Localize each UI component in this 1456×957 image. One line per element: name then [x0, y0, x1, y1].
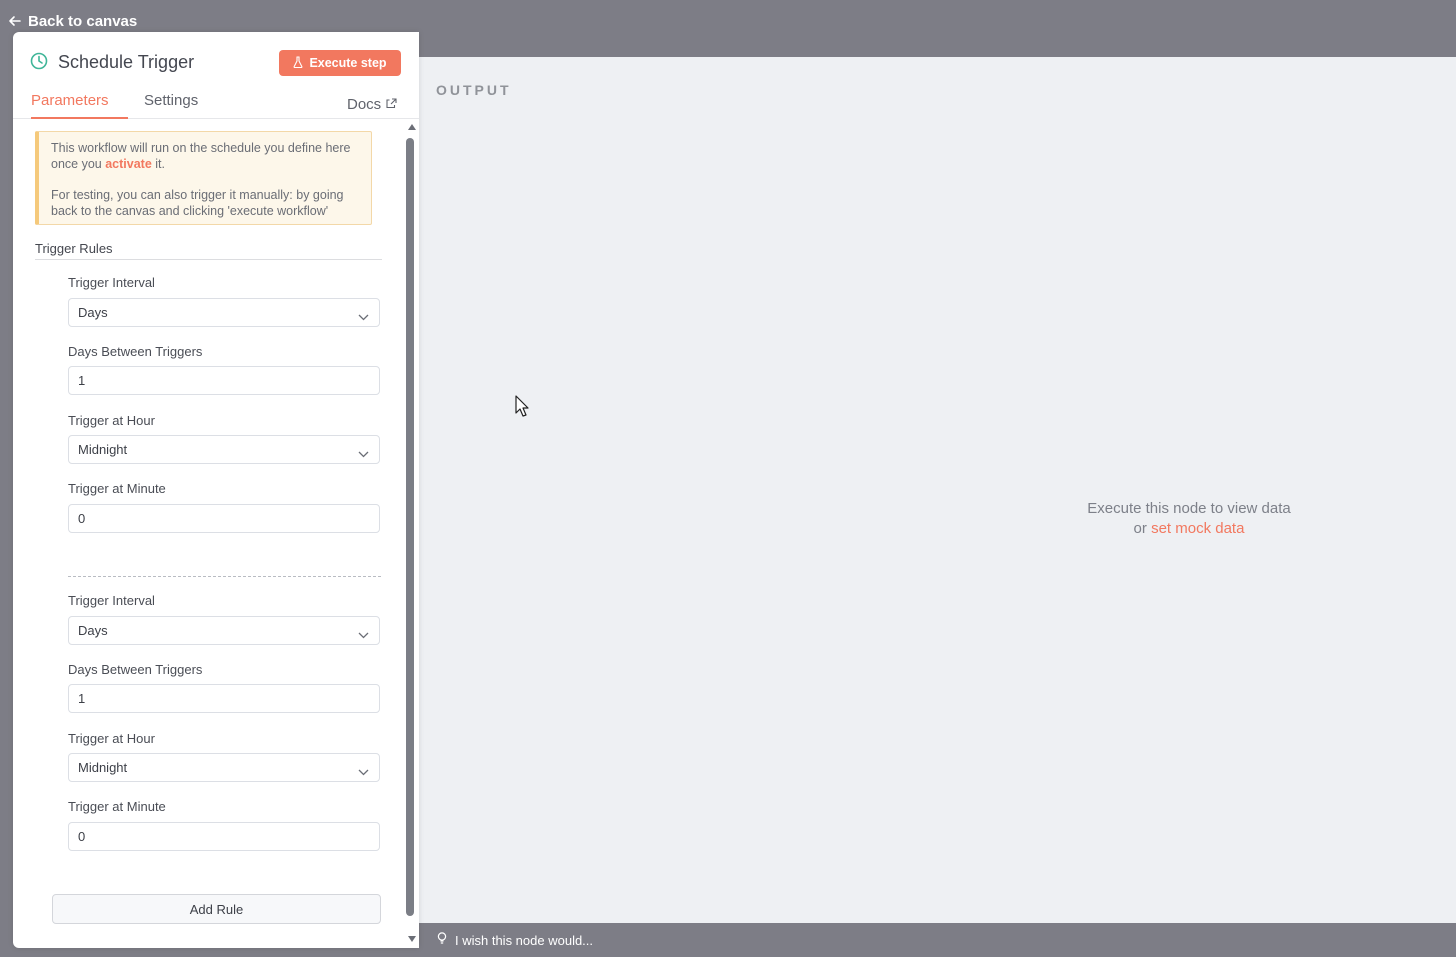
trigger-at-hour-select[interactable]: Midnight [68, 753, 380, 782]
output-panel: OUTPUT Execute this node to view data or… [419, 57, 1456, 923]
lightbulb-icon [437, 932, 447, 948]
days-between-triggers-label: Days Between Triggers [68, 344, 203, 359]
node-header: Schedule Trigger Execute step [13, 32, 419, 92]
external-link-icon [386, 96, 397, 113]
scrollbar-thumb[interactable] [406, 138, 414, 916]
notice-text-1-suffix: it. [151, 157, 165, 171]
notice-text-1: This workflow will run on the schedule y… [51, 141, 351, 171]
node-parameters-panel: Schedule Trigger Execute step Parameters… [13, 32, 419, 948]
trigger-at-hour-label: Trigger at Hour [68, 731, 155, 746]
back-to-canvas-link[interactable]: Back to canvas [8, 11, 137, 31]
feedback-label: I wish this node would... [455, 932, 594, 948]
tab-settings[interactable]: Settings [144, 92, 198, 117]
flask-icon [293, 55, 303, 71]
parameters-scroll-area: This workflow will run on the schedule y… [13, 120, 405, 948]
output-empty-or: or [1133, 520, 1152, 537]
mouse-pointer-icon [515, 395, 529, 422]
schedule-notice: This workflow will run on the schedule y… [35, 131, 372, 225]
trigger-at-hour-label: Trigger at Hour [68, 413, 155, 428]
add-rule-button[interactable]: Add Rule [52, 894, 381, 924]
notice-text-2: For testing, you can also trigger it man… [51, 188, 344, 218]
trigger-interval-value: Days [78, 623, 108, 638]
set-mock-data-link[interactable]: set mock data [1151, 520, 1244, 537]
chevron-down-icon [358, 764, 369, 779]
execute-step-button[interactable]: Execute step [279, 50, 401, 76]
feedback-bar: I wish this node would... [419, 923, 1456, 957]
chevron-down-icon [358, 446, 369, 461]
trigger-interval-select[interactable]: Days [68, 616, 380, 645]
days-between-triggers-input[interactable]: 1 [68, 366, 380, 395]
days-between-triggers-label: Days Between Triggers [68, 662, 203, 677]
arrow-left-icon [8, 14, 22, 28]
panel-scrollbar[interactable] [405, 120, 419, 948]
output-title: OUTPUT [436, 82, 512, 98]
trigger-at-hour-value: Midnight [78, 442, 128, 457]
trigger-at-minute-input[interactable]: 0 [68, 504, 380, 533]
trigger-at-minute-label: Trigger at Minute [68, 799, 166, 814]
activate-link[interactable]: activate [105, 157, 152, 171]
chevron-down-icon [358, 309, 369, 324]
trigger-at-hour-value: Midnight [78, 760, 128, 775]
back-to-canvas-label: Back to canvas [28, 12, 138, 30]
output-empty-state: Execute this node to view data or set mo… [1069, 499, 1309, 539]
execute-step-label: Execute step [309, 56, 387, 70]
chevron-down-icon [358, 627, 369, 642]
trigger-at-minute-label: Trigger at Minute [68, 481, 166, 496]
scroll-down-icon[interactable] [408, 936, 416, 942]
trigger-interval-label: Trigger Interval [68, 275, 155, 290]
output-empty-message: Execute this node to view data [1087, 500, 1291, 517]
feedback-link[interactable]: I wish this node would... [437, 932, 593, 948]
node-title: Schedule Trigger [58, 52, 195, 72]
days-between-triggers-input[interactable]: 1 [68, 684, 380, 713]
tab-bar: Parameters Settings Docs [13, 88, 419, 119]
trigger-at-hour-select[interactable]: Midnight [68, 435, 380, 464]
scroll-up-icon[interactable] [408, 124, 416, 130]
rule-divider [68, 576, 381, 577]
trigger-interval-select[interactable]: Days [68, 298, 380, 327]
docs-label: Docs [347, 96, 382, 113]
tab-parameters[interactable]: Parameters [31, 92, 128, 119]
trigger-interval-label: Trigger Interval [68, 593, 155, 608]
trigger-rules-label: Trigger Rules [35, 241, 382, 260]
clock-icon [30, 52, 48, 75]
docs-link[interactable]: Docs [347, 92, 397, 117]
trigger-at-minute-input[interactable]: 0 [68, 822, 380, 851]
trigger-interval-value: Days [78, 305, 108, 320]
